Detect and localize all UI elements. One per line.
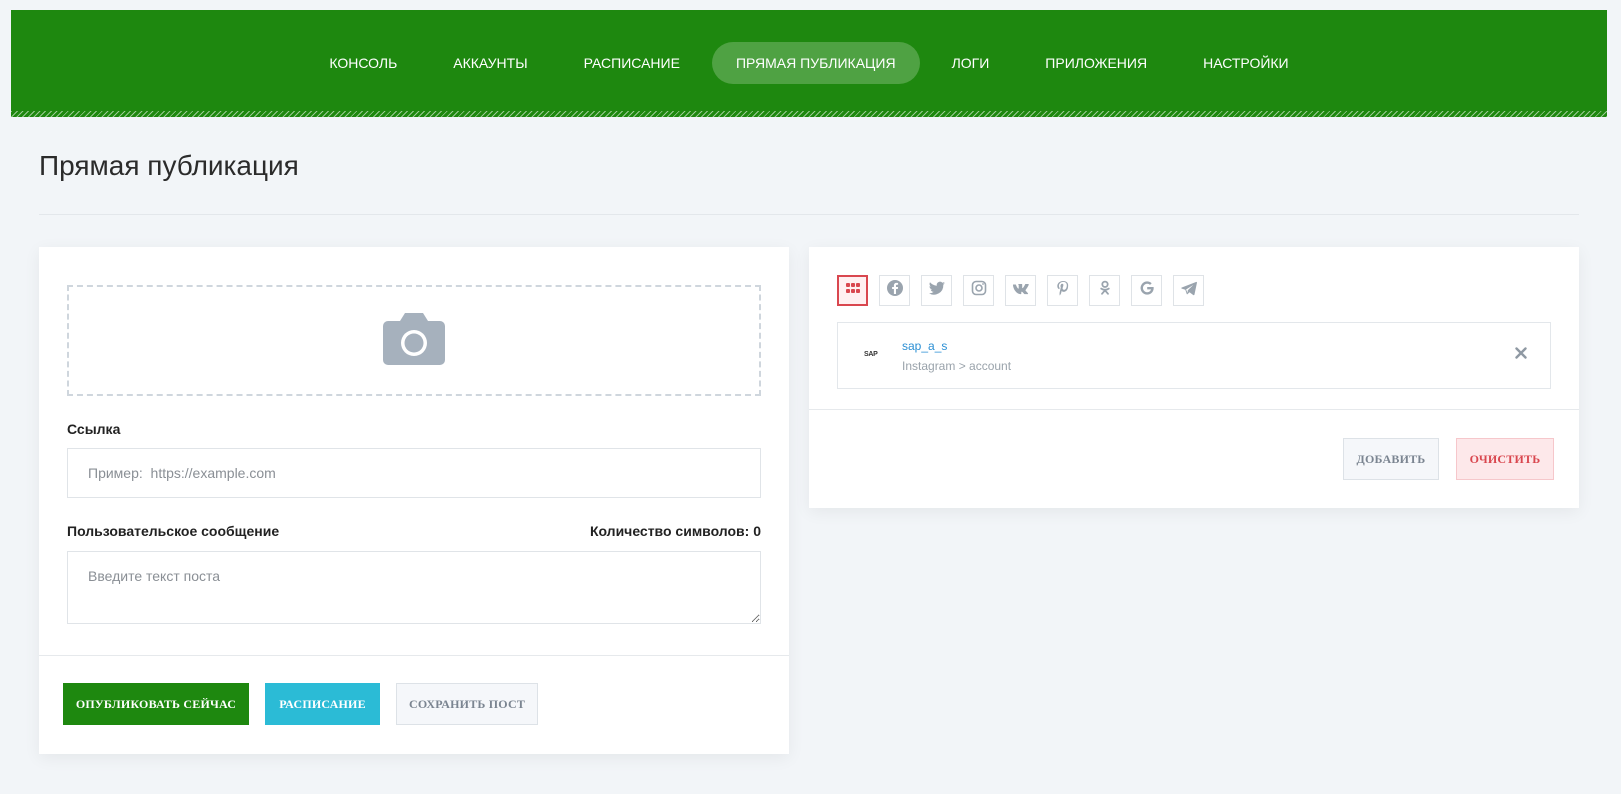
- facebook-icon: [886, 279, 904, 302]
- top-navbar: КОНСОЛЬ АККАУНТЫ РАСПИСАНИЕ ПРЯМАЯ ПУБЛИ…: [11, 10, 1607, 117]
- filter-google[interactable]: [1131, 275, 1162, 306]
- instagram-icon: [970, 279, 988, 302]
- camera-icon: [383, 311, 445, 370]
- account-item: SAP sap_a_s Instagram > account: [837, 322, 1551, 389]
- account-name[interactable]: sap_a_s: [902, 339, 947, 353]
- remove-account-button[interactable]: [1510, 344, 1532, 366]
- link-input[interactable]: [67, 448, 761, 498]
- filter-facebook[interactable]: [879, 275, 910, 306]
- filter-pinterest[interactable]: [1047, 275, 1078, 306]
- nav-item-accounts[interactable]: АККАУНТЫ: [429, 42, 551, 84]
- apps-grid-icon: [844, 279, 862, 302]
- nav-item-settings[interactable]: НАСТРОЙКИ: [1179, 42, 1313, 84]
- card-separator: [39, 655, 789, 656]
- add-button[interactable]: ДОБАВИТЬ: [1343, 438, 1439, 480]
- filter-twitter[interactable]: [921, 275, 952, 306]
- account-logo: SAP: [864, 351, 878, 358]
- filter-odnoklassniki[interactable]: [1089, 275, 1120, 306]
- nav-item-console[interactable]: КОНСОЛЬ: [305, 42, 421, 84]
- twitter-icon: [928, 279, 946, 302]
- image-uploader[interactable]: [67, 285, 761, 396]
- schedule-button[interactable]: РАСПИСАНИЕ: [265, 683, 380, 725]
- save-post-button[interactable]: СОХРАНИТЬ ПОСТ: [396, 683, 538, 725]
- clear-button[interactable]: ОЧИСТИТЬ: [1456, 438, 1554, 480]
- nav-item-schedule[interactable]: РАСПИСАНИЕ: [560, 42, 704, 84]
- vk-icon: [1012, 279, 1030, 302]
- message-label: Пользовательское сообщение: [67, 523, 280, 539]
- main-nav: КОНСОЛЬ АККАУНТЫ РАСПИСАНИЕ ПРЯМАЯ ПУБЛИ…: [11, 42, 1607, 84]
- publish-now-button[interactable]: ОПУБЛИКОВАТЬ СЕЙЧАС: [63, 683, 249, 725]
- navbar-stripe: [11, 111, 1607, 117]
- filter-telegram[interactable]: [1173, 275, 1204, 306]
- title-divider: [39, 214, 1579, 215]
- account-type: Instagram > account: [902, 359, 1012, 373]
- filter-instagram[interactable]: [963, 275, 994, 306]
- telegram-icon: [1180, 279, 1198, 302]
- google-icon: [1138, 279, 1156, 302]
- filter-all[interactable]: [837, 275, 868, 306]
- filter-vk[interactable]: [1005, 275, 1036, 306]
- link-label: Ссылка: [67, 421, 121, 437]
- char-count-label: Количество символов: 0: [589, 523, 761, 539]
- network-filter-row: [837, 275, 1204, 306]
- pinterest-icon: [1054, 279, 1072, 302]
- close-icon: [1515, 346, 1527, 364]
- post-editor-card: Ссылка Пользовательское сообщение Количе…: [39, 247, 789, 754]
- page-title: Прямая публикация: [39, 150, 299, 181]
- card-separator: [809, 409, 1579, 410]
- nav-item-logs[interactable]: ЛОГИ: [928, 42, 1014, 84]
- message-textarea[interactable]: [67, 551, 761, 624]
- nav-item-direct-publish[interactable]: ПРЯМАЯ ПУБЛИКАЦИЯ: [711, 42, 920, 84]
- nav-item-apps[interactable]: ПРИЛОЖЕНИЯ: [1021, 42, 1171, 84]
- odnoklassniki-icon: [1096, 279, 1114, 302]
- accounts-card: SAP sap_a_s Instagram > account ДОБАВИТЬ…: [809, 247, 1579, 508]
